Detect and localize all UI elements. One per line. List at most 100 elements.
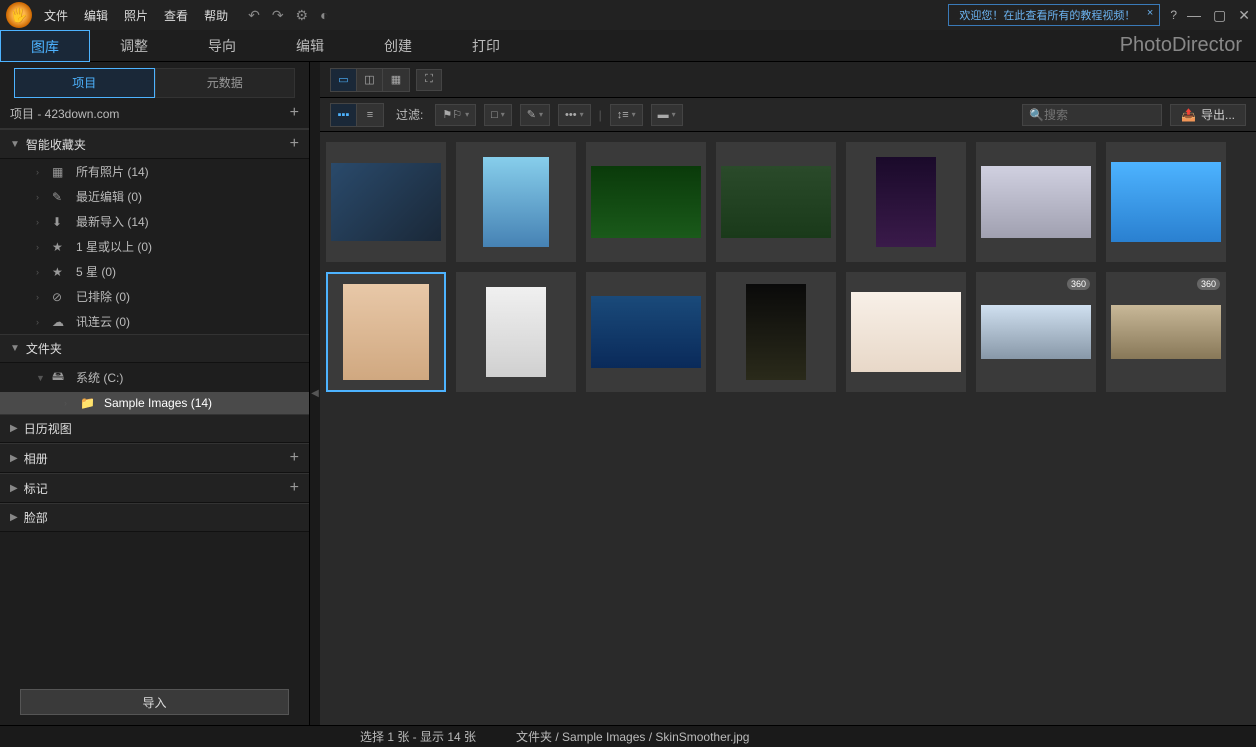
tab-create[interactable]: 创建 bbox=[354, 30, 442, 62]
undo-icon[interactable]: ↶ bbox=[248, 7, 260, 24]
thumbnail-woman-portrait-1[interactable] bbox=[326, 272, 446, 392]
search-box[interactable]: 🔍 × bbox=[1022, 104, 1162, 126]
thumb-size-large-icon[interactable]: ≡ bbox=[357, 104, 383, 126]
maximize-icon[interactable]: ▢ bbox=[1213, 7, 1226, 24]
folder-label: Sample Images (14) bbox=[104, 396, 212, 410]
welcome-banner[interactable]: 欢迎您！在此查看所有的教程视频！ × bbox=[948, 4, 1160, 26]
thumbnail-image bbox=[591, 296, 701, 368]
redo-icon[interactable]: ↷ bbox=[272, 7, 284, 24]
smart-item[interactable]: ›☁讯连云 (0) bbox=[0, 309, 309, 334]
section-faces[interactable]: ▶ 脸部 bbox=[0, 503, 309, 532]
thumbnail-woman-white[interactable] bbox=[846, 272, 966, 392]
export-button[interactable]: 📤 导出... bbox=[1170, 104, 1246, 126]
smart-item[interactable]: ›✎最近编辑 (0) bbox=[0, 184, 309, 209]
thumbnail-image bbox=[483, 157, 549, 247]
collection-icon: ☁ bbox=[52, 315, 68, 329]
thumb-size-small-icon[interactable]: ▪▪▪ bbox=[331, 104, 357, 126]
add-album-icon[interactable]: + bbox=[290, 449, 299, 467]
folder-system-c[interactable]: ▼ 🖴 系统 (C:) bbox=[0, 363, 309, 392]
section-calendar[interactable]: ▶ 日历视图 bbox=[0, 414, 309, 443]
minimize-icon[interactable]: — bbox=[1187, 7, 1201, 24]
filter-label: 过滤: bbox=[396, 106, 423, 123]
thumbnail-woman-portrait-2[interactable] bbox=[456, 272, 576, 392]
user-icon[interactable]: ◐ bbox=[320, 7, 328, 24]
add-smart-icon[interactable]: + bbox=[290, 135, 299, 153]
thumbnail-skater[interactable] bbox=[1106, 142, 1226, 262]
collapse-sidebar-handle[interactable]: ◀ bbox=[310, 62, 320, 725]
filter-star-dropdown[interactable]: ✎▾ bbox=[520, 104, 550, 126]
smart-item-label: 已排除 (0) bbox=[76, 288, 130, 305]
smart-item-label: 讯连云 (0) bbox=[76, 313, 130, 330]
smart-item[interactable]: ›★5 星 (0) bbox=[0, 259, 309, 284]
tab-guided[interactable]: 导向 bbox=[178, 30, 266, 62]
view-grid-icon[interactable]: ▦ bbox=[383, 69, 409, 91]
smart-item[interactable]: ›▦所有照片 (14) bbox=[0, 159, 309, 184]
section-tags[interactable]: ▶ 标记 + bbox=[0, 473, 309, 503]
help-icon[interactable]: ? bbox=[1170, 8, 1177, 22]
thumbnail-rocket-launch[interactable] bbox=[976, 142, 1096, 262]
sort-dropdown[interactable]: ↕≡▾ bbox=[610, 104, 643, 126]
menu-help[interactable]: 帮助 bbox=[204, 7, 228, 24]
view-single-icon[interactable]: ▭ bbox=[331, 69, 357, 91]
thumbnail-maple-leaf[interactable] bbox=[716, 142, 836, 262]
close-banner-icon[interactable]: × bbox=[1147, 7, 1153, 19]
chevron-right-icon: ▶ bbox=[10, 423, 18, 434]
statusbar: 选择 1 张 - 显示 14 张 文件夹 / Sample Images / S… bbox=[0, 725, 1256, 747]
export-label: 导出... bbox=[1201, 106, 1235, 123]
section-smart-label: 智能收藏夹 bbox=[26, 136, 86, 153]
thumbnail-wave[interactable] bbox=[586, 272, 706, 392]
thumbnail-rock-ocean[interactable] bbox=[456, 142, 576, 262]
section-smart[interactable]: ▼ 智能收藏夹 + bbox=[0, 129, 309, 159]
filter-flag-dropdown[interactable]: ⚑⚐▾ bbox=[435, 104, 476, 126]
side-tab-project[interactable]: 项目 bbox=[14, 68, 155, 98]
stack-dropdown[interactable]: ▬▾ bbox=[651, 104, 683, 126]
folder-sample-images[interactable]: › 📁 Sample Images (14) bbox=[0, 392, 309, 414]
view-fullscreen-icon[interactable]: ⛶ bbox=[416, 69, 442, 91]
import-button[interactable]: 导入 bbox=[20, 689, 289, 715]
filter-more-dropdown[interactable]: •••▾ bbox=[558, 104, 591, 126]
section-albums[interactable]: ▶ 相册 + bbox=[0, 443, 309, 473]
section-folders[interactable]: ▼ 文件夹 bbox=[0, 334, 309, 363]
thumbnail-image bbox=[851, 292, 961, 372]
thumbnail-image bbox=[721, 166, 831, 238]
menu-file[interactable]: 文件 bbox=[44, 7, 68, 24]
search-icon: 🔍 bbox=[1029, 108, 1044, 122]
menu-photo[interactable]: 照片 bbox=[124, 7, 148, 24]
badge-360: 360 bbox=[1197, 278, 1220, 290]
thumbnail-image bbox=[343, 284, 429, 380]
collection-icon: ▦ bbox=[52, 165, 68, 179]
section-tags-label: 标记 bbox=[24, 480, 48, 497]
collection-icon: ★ bbox=[52, 240, 68, 254]
menu-view[interactable]: 查看 bbox=[164, 7, 188, 24]
smart-item-label: 最近编辑 (0) bbox=[76, 188, 142, 205]
filter-label-dropdown[interactable]: □▾ bbox=[484, 104, 512, 126]
tab-edit[interactable]: 编辑 bbox=[266, 30, 354, 62]
thumbnail-basketball[interactable] bbox=[326, 142, 446, 262]
thumbnail-dark-window[interactable] bbox=[716, 272, 836, 392]
close-icon[interactable]: ✕ bbox=[1238, 7, 1250, 24]
chevron-right-icon: › bbox=[36, 292, 44, 302]
tab-adjust[interactable]: 调整 bbox=[90, 30, 178, 62]
tab-print[interactable]: 打印 bbox=[442, 30, 530, 62]
smart-item[interactable]: ›★1 星或以上 (0) bbox=[0, 234, 309, 259]
smart-item[interactable]: ›⊘已排除 (0) bbox=[0, 284, 309, 309]
thumbnail-pano-360-1[interactable]: 360 bbox=[976, 272, 1096, 392]
welcome-text: 欢迎您！在此查看所有的教程视频！ bbox=[959, 10, 1135, 22]
menu-edit[interactable]: 编辑 bbox=[84, 7, 108, 24]
tab-library[interactable]: 图库 bbox=[0, 30, 90, 62]
add-tag-icon[interactable]: + bbox=[290, 479, 299, 497]
thumbnail-forest[interactable] bbox=[586, 142, 706, 262]
thumbnail-neon-street[interactable] bbox=[846, 142, 966, 262]
side-tab-metadata[interactable]: 元数据 bbox=[155, 68, 296, 98]
export-icon: 📤 bbox=[1181, 108, 1196, 122]
thumbnail-pano-360-2[interactable]: 360 bbox=[1106, 272, 1226, 392]
view-compare-icon[interactable]: ◫ bbox=[357, 69, 383, 91]
add-project-icon[interactable]: + bbox=[290, 104, 299, 122]
thumbnail-grid: 360 360 bbox=[320, 132, 1256, 725]
main-menu: 文件 编辑 照片 查看 帮助 bbox=[44, 7, 228, 24]
status-path: 文件夹 / Sample Images / SkinSmoother.jpg bbox=[516, 728, 749, 745]
smart-item[interactable]: ›⬇最新导入 (14) bbox=[0, 209, 309, 234]
smart-item-label: 最新导入 (14) bbox=[76, 213, 149, 230]
settings-icon[interactable]: ⚙ bbox=[296, 7, 309, 24]
project-title: 项目 - 423down.com bbox=[10, 105, 119, 122]
